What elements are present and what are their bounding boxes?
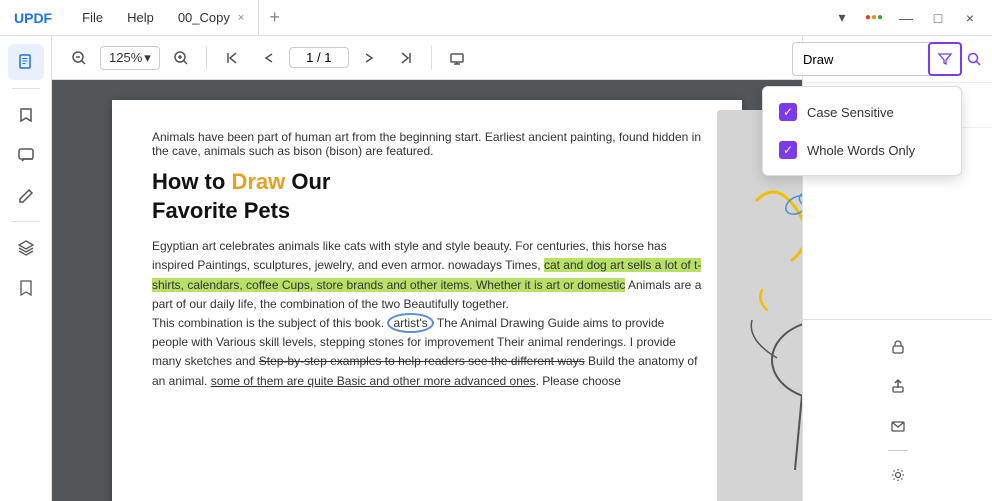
rainbow-icon[interactable]: ●●● xyxy=(860,4,888,32)
topbar: UPDF File Help 00_Copy × + ▾ ●●● — □ × xyxy=(0,0,992,36)
title-prefix: How to xyxy=(152,169,231,194)
sidebar-divider-1 xyxy=(12,88,40,89)
filter-case-sensitive[interactable]: ✓ Case Sensitive xyxy=(763,93,961,131)
new-tab-button[interactable]: + xyxy=(259,7,290,28)
content-area: 125% ▾ xyxy=(52,36,802,501)
sidebar-item-layers[interactable] xyxy=(8,230,44,266)
first-page-button[interactable] xyxy=(217,43,247,73)
search-execute-button[interactable] xyxy=(966,42,982,76)
next-page-button[interactable] xyxy=(355,43,385,73)
zoom-level: 125% xyxy=(109,50,142,65)
right-panel-icons xyxy=(803,319,992,501)
title-draw-word: Draw xyxy=(231,169,285,194)
underline-text: some of them are quite Basic and other m… xyxy=(211,374,536,388)
sidebar-item-comments[interactable] xyxy=(8,137,44,173)
file-menu[interactable]: File xyxy=(70,0,115,35)
mail-icon-button[interactable] xyxy=(880,408,916,444)
left-sidebar xyxy=(0,36,52,501)
maximize-button[interactable]: □ xyxy=(924,4,952,32)
pdf-body-p1: Egyptian art celebrates animals like cat… xyxy=(152,237,702,314)
app-logo: UPDF xyxy=(8,10,58,26)
zoom-in-button[interactable] xyxy=(166,43,196,73)
screen-fit-button[interactable] xyxy=(442,43,472,73)
zoom-out-button[interactable] xyxy=(64,43,94,73)
pdf-viewer[interactable]: Animals have been part of human art from… xyxy=(52,80,802,501)
pdf-title: How to Draw Our Favorite Pets xyxy=(152,168,702,225)
title-line2: Favorite Pets xyxy=(152,198,290,223)
last-page-button[interactable] xyxy=(391,43,421,73)
prev-page-button[interactable] xyxy=(253,43,283,73)
page-input[interactable]: 1 / 1 xyxy=(289,47,349,68)
toolbar: 125% ▾ xyxy=(52,36,802,80)
case-sensitive-checkbox[interactable]: ✓ xyxy=(779,103,797,121)
window-controls: ▾ ●●● — □ × xyxy=(828,4,984,32)
filter-dropdown: ✓ Case Sensitive ✓ Whole Words Only xyxy=(762,86,962,176)
title-suffix: Our xyxy=(285,169,330,194)
sidebar-divider-2 xyxy=(12,221,40,222)
filter-whole-words[interactable]: ✓ Whole Words Only xyxy=(763,131,961,169)
minimize-button[interactable]: — xyxy=(892,4,920,32)
right-panel: ✓ Case Sensitive ✓ Whole Words Only Pag xyxy=(802,36,992,501)
search-area: ✓ Case Sensitive ✓ Whole Words Only xyxy=(792,42,962,76)
tab-label: 00_Copy xyxy=(178,10,230,25)
tab-close-button[interactable]: × xyxy=(236,10,246,26)
close-button[interactable]: × xyxy=(956,4,984,32)
sidebar-item-pages[interactable] xyxy=(8,44,44,80)
share-icon-button[interactable] xyxy=(880,368,916,404)
zoom-dropdown-icon: ▾ xyxy=(144,50,151,66)
tabs-dropdown-button[interactable]: ▾ xyxy=(828,4,856,32)
case-sensitive-label: Case Sensitive xyxy=(807,105,894,120)
toolbar-divider-2 xyxy=(431,46,432,70)
pdf-page: Animals have been part of human art from… xyxy=(112,100,742,501)
sidebar-item-bookmark2[interactable] xyxy=(8,270,44,306)
highlight-green-text: cat and dog art sells a lot of t-shirts,… xyxy=(152,258,701,291)
tab-area: 00_Copy × + xyxy=(166,0,828,35)
strikethrough-text: Step-by-step examples to help readers se… xyxy=(259,354,585,368)
main-layout: 125% ▾ xyxy=(0,36,992,501)
pdf-intro-text: Animals have been part of human art from… xyxy=(152,130,702,158)
pdf-body-p2: This combination is the subject of this … xyxy=(152,314,702,391)
right-panel-divider xyxy=(888,450,908,451)
toolbar-divider-1 xyxy=(206,46,207,70)
help-menu[interactable]: Help xyxy=(115,0,166,35)
search-filter-button[interactable] xyxy=(928,42,962,76)
whole-words-checkbox[interactable]: ✓ xyxy=(779,141,797,159)
whole-words-label: Whole Words Only xyxy=(807,143,915,158)
lock-icon-button[interactable] xyxy=(880,328,916,364)
tab-00copy[interactable]: 00_Copy × xyxy=(166,0,259,35)
settings-icon-button[interactable] xyxy=(880,457,916,493)
sidebar-item-bookmarks[interactable] xyxy=(8,97,44,133)
sidebar-item-edit[interactable] xyxy=(8,177,44,213)
circled-word: artist's xyxy=(387,313,433,333)
zoom-display[interactable]: 125% ▾ xyxy=(100,46,160,70)
search-row: ✓ Case Sensitive ✓ Whole Words Only xyxy=(803,36,992,83)
